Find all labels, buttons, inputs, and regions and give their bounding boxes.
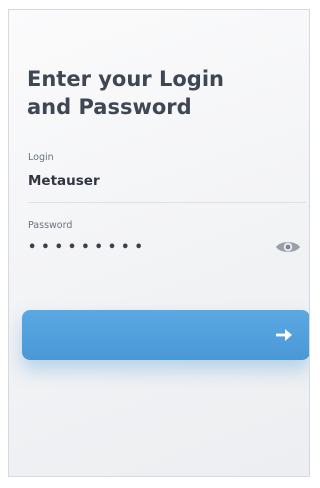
password-label: Password [28,220,73,231]
page-title: Enter your Login and Password [27,65,297,121]
submit-button[interactable] [22,310,309,360]
login-screen: Enter your Login and Password Login Meta… [8,9,310,477]
field-divider [28,202,306,203]
password-field[interactable]: ••••••••• [28,240,148,255]
login-field[interactable]: Metauser [28,173,100,189]
arrow-right-icon [276,329,292,341]
eye-icon[interactable] [275,239,301,255]
page-title-line-1: Enter your Login [27,67,224,91]
page-title-line-2: and Password [27,95,192,119]
login-label: Login [28,152,54,163]
